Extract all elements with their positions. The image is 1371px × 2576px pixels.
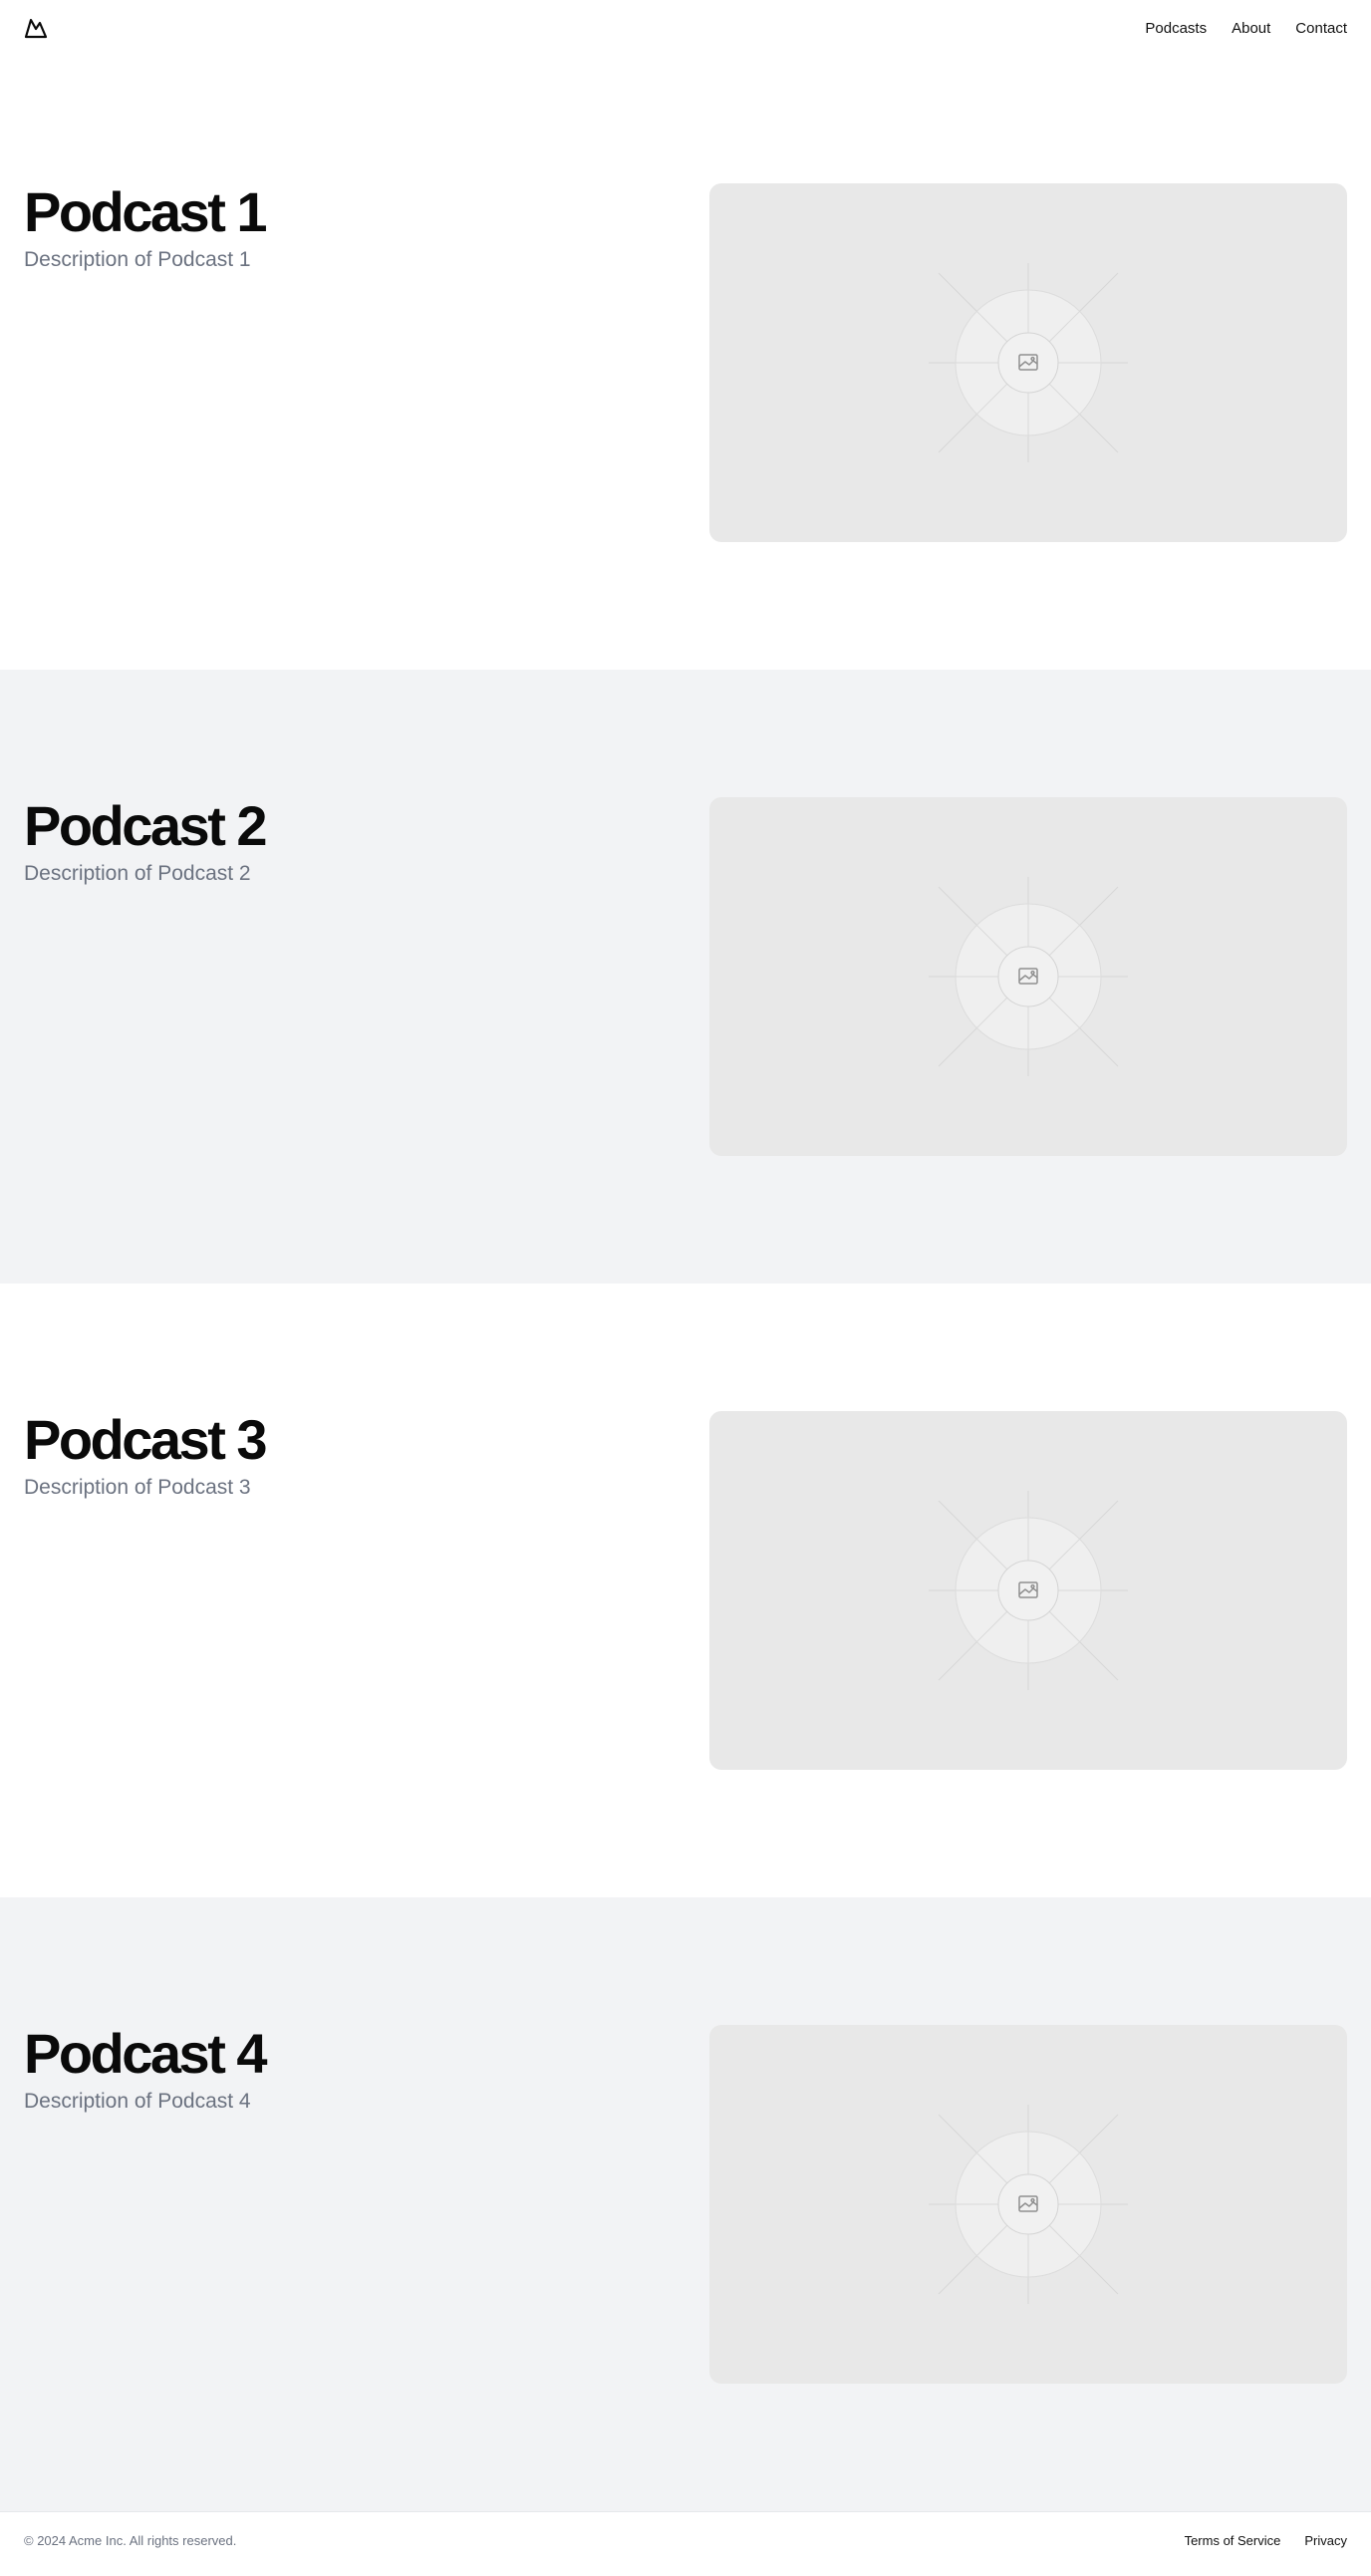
site-footer: © 2024 Acme Inc. All rights reserved. Te… xyxy=(0,2511,1371,2568)
copyright-text: © 2024 Acme Inc. All rights reserved. xyxy=(24,2532,237,2548)
image-placeholder-icon xyxy=(929,877,1128,1076)
podcast-image xyxy=(709,1411,1347,1770)
podcast-section: Podcast 4 Description of Podcast 4 xyxy=(0,1897,1371,2511)
podcast-text: Podcast 4 Description of Podcast 4 xyxy=(24,2025,709,2114)
podcast-text: Podcast 3 Description of Podcast 3 xyxy=(24,1411,709,1500)
podcast-description: Description of Podcast 2 xyxy=(24,862,251,885)
podcast-image xyxy=(709,2025,1347,2384)
podcast-description: Description of Podcast 1 xyxy=(24,248,251,271)
podcast-title: Podcast 3 xyxy=(24,1408,268,1471)
terms-link[interactable]: Terms of Service xyxy=(1185,2533,1281,2548)
podcast-title: Podcast 1 xyxy=(24,180,268,243)
nav-podcasts-link[interactable]: Podcasts xyxy=(1145,20,1207,37)
podcast-section: Podcast 1 Description of Podcast 1 xyxy=(0,56,1371,670)
footer-links: Terms of Service Privacy xyxy=(1185,2533,1347,2548)
podcast-description: Description of Podcast 4 xyxy=(24,2090,251,2113)
image-placeholder-icon xyxy=(929,1491,1128,1690)
image-placeholder-icon xyxy=(929,2105,1128,2304)
mountain-icon[interactable] xyxy=(24,16,48,40)
main-content: Podcast 1 Description of Podcast 1 Podca… xyxy=(0,56,1371,2511)
site-header: Podcasts About Contact xyxy=(0,0,1371,56)
privacy-link[interactable]: Privacy xyxy=(1304,2533,1347,2548)
podcast-text: Podcast 2 Description of Podcast 2 xyxy=(24,797,709,886)
podcast-text: Podcast 1 Description of Podcast 1 xyxy=(24,183,709,272)
podcast-section: Podcast 2 Description of Podcast 2 xyxy=(0,670,1371,1284)
podcast-title: Podcast 2 xyxy=(24,794,268,857)
nav-about-link[interactable]: About xyxy=(1232,20,1270,37)
podcast-section: Podcast 3 Description of Podcast 3 xyxy=(0,1284,1371,1897)
podcast-image xyxy=(709,797,1347,1156)
nav-contact-link[interactable]: Contact xyxy=(1295,20,1347,37)
podcast-description: Description of Podcast 3 xyxy=(24,1476,251,1499)
podcast-title: Podcast 4 xyxy=(24,2022,268,2085)
main-nav: Podcasts About Contact xyxy=(1145,20,1347,37)
podcast-image xyxy=(709,183,1347,542)
image-placeholder-icon xyxy=(929,263,1128,462)
